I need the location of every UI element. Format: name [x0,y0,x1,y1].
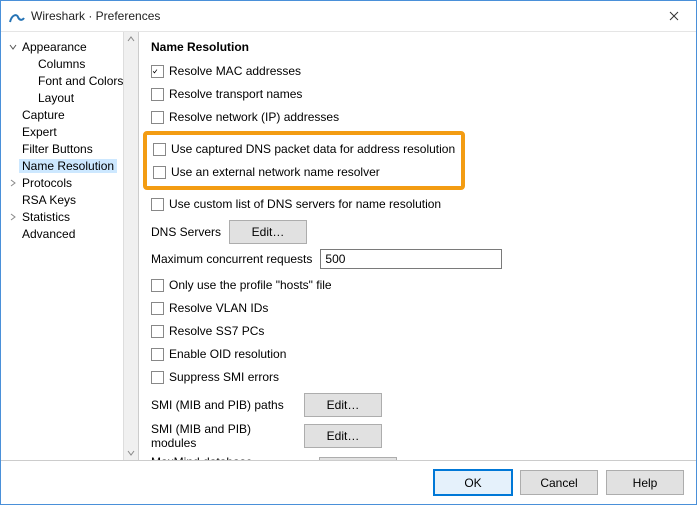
checkbox-resolve-network-ip[interactable]: Resolve network (IP) addresses [151,106,684,128]
checkbox-icon[interactable] [151,88,164,101]
tree-item-rsa-keys[interactable]: RSA Keys [3,191,138,208]
tree-item-name-resolution[interactable]: Name Resolution [3,157,138,174]
dialog-footer: OK Cancel Help [1,460,696,504]
checkbox-icon[interactable] [153,166,166,179]
chevron-down-icon[interactable] [7,41,19,53]
checkbox-label: Resolve SS7 PCs [169,324,264,338]
checkbox-use-captured-dns[interactable]: Use captured DNS packet data for address… [153,138,455,160]
tree-item-protocols[interactable]: Protocols [3,174,138,191]
tree-label: Font and Colors [35,74,126,88]
checkbox-icon[interactable] [151,371,164,384]
smi-modules-label: SMI (MIB and PIB) modules [151,422,296,450]
checkbox-use-external-resolver[interactable]: Use an external network name resolver [153,161,455,183]
checkbox-label: Use an external network name resolver [171,165,380,179]
row-maxmind: MaxMind database directories Edit… [151,455,684,460]
tree-label: Columns [35,57,88,71]
ok-button[interactable]: OK [434,470,512,495]
checkbox-enable-oid[interactable]: Enable OID resolution [151,343,684,365]
edit-smi-modules-button[interactable]: Edit… [304,424,382,448]
content-pane: Name Resolution Resolve MAC addresses Re… [139,32,696,460]
body: Appearance Columns Font and Colors Layou… [1,32,696,460]
scroll-down-icon[interactable] [124,446,138,460]
chevron-right-icon[interactable] [7,211,19,223]
checkbox-icon[interactable] [151,65,164,78]
tree-label: Advanced [19,227,78,241]
checkbox-resolve-transport[interactable]: Resolve transport names [151,83,684,105]
tree-label: Protocols [19,176,75,190]
edit-smi-paths-button[interactable]: Edit… [304,393,382,417]
tree-item-capture[interactable]: Capture [3,106,138,123]
help-button[interactable]: Help [606,470,684,495]
tree-item-layout[interactable]: Layout [3,89,138,106]
tree-label: Layout [35,91,77,105]
tree-item-statistics[interactable]: Statistics [3,208,138,225]
sidebar-scrollbar[interactable] [123,32,138,460]
edit-dns-servers-button[interactable]: Edit… [229,220,307,244]
tree-item-appearance[interactable]: Appearance [3,38,138,55]
dns-servers-label: DNS Servers [151,225,221,239]
row-dns-servers: DNS Servers Edit… [151,220,684,244]
checkbox-resolve-vlan[interactable]: Resolve VLAN IDs [151,297,684,319]
checkbox-label: Use custom list of DNS servers for name … [169,197,441,211]
checkbox-resolve-ss7[interactable]: Resolve SS7 PCs [151,320,684,342]
max-concurrent-input[interactable] [320,249,502,269]
checkbox-label: Suppress SMI errors [169,370,279,384]
checkbox-icon[interactable] [151,348,164,361]
checkbox-label: Only use the profile "hosts" file [169,278,332,292]
checkbox-label: Enable OID resolution [169,347,286,361]
maxmind-label: MaxMind database directories [151,455,311,460]
highlighted-options: Use captured DNS packet data for address… [143,131,465,190]
row-max-concurrent: Maximum concurrent requests [151,249,684,269]
checkbox-label: Resolve MAC addresses [169,64,301,78]
tree-label: Capture [19,108,68,122]
smi-paths-label: SMI (MIB and PIB) paths [151,398,296,412]
checkbox-icon[interactable] [151,111,164,124]
chevron-right-icon[interactable] [7,177,19,189]
tree-item-expert[interactable]: Expert [3,123,138,140]
checkbox-icon[interactable] [151,302,164,315]
wireshark-logo-icon [9,8,25,24]
checkbox-icon[interactable] [151,198,164,211]
tree-item-filter-buttons[interactable]: Filter Buttons [3,140,138,157]
tree-item-advanced[interactable]: Advanced [3,225,138,242]
checkbox-icon[interactable] [151,279,164,292]
close-button[interactable] [652,1,696,31]
tree-item-font-and-colors[interactable]: Font and Colors [3,72,138,89]
checkbox-label: Use captured DNS packet data for address… [171,142,455,156]
tree-label: Appearance [19,40,90,54]
sidebar-tree[interactable]: Appearance Columns Font and Colors Layou… [1,32,139,460]
checkbox-use-custom-dns-list[interactable]: Use custom list of DNS servers for name … [151,193,684,215]
window-title: Wireshark · Preferences [31,9,652,23]
tree-label: Expert [19,125,60,139]
checkbox-label: Resolve VLAN IDs [169,301,268,315]
row-smi-modules: SMI (MIB and PIB) modules Edit… [151,422,684,450]
scroll-up-icon[interactable] [124,32,138,46]
cancel-button[interactable]: Cancel [520,470,598,495]
max-concurrent-label: Maximum concurrent requests [151,252,312,266]
preferences-window: Wireshark · Preferences Appearance Colum… [0,0,697,505]
section-title: Name Resolution [151,40,684,54]
checkbox-resolve-mac[interactable]: Resolve MAC addresses [151,60,684,82]
checkbox-label: Resolve network (IP) addresses [169,110,339,124]
checkbox-suppress-smi[interactable]: Suppress SMI errors [151,366,684,388]
tree-label: Name Resolution [19,159,117,173]
edit-maxmind-button[interactable]: Edit… [319,457,397,460]
tree-label: Filter Buttons [19,142,96,156]
checkbox-icon[interactable] [153,143,166,156]
checkbox-icon[interactable] [151,325,164,338]
row-smi-paths: SMI (MIB and PIB) paths Edit… [151,393,684,417]
tree-item-columns[interactable]: Columns [3,55,138,72]
checkbox-label: Resolve transport names [169,87,302,101]
tree-label: RSA Keys [19,193,79,207]
checkbox-only-profile-hosts[interactable]: Only use the profile "hosts" file [151,274,684,296]
tree-label: Statistics [19,210,73,224]
titlebar: Wireshark · Preferences [1,1,696,32]
